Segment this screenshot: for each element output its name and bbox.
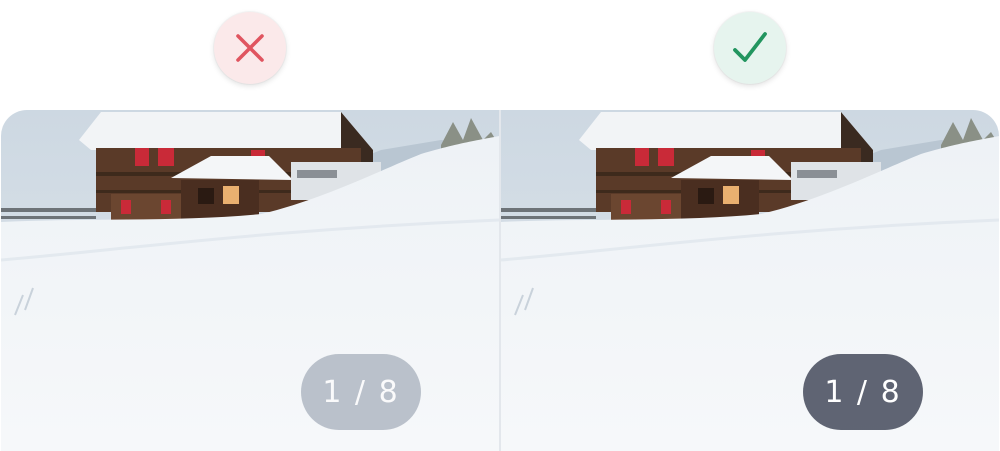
cross-icon: [236, 34, 264, 62]
photo-panel-good: [501, 110, 999, 451]
image-counter-low-contrast: 1 / 8: [301, 354, 421, 430]
photo-panel-bad: [1, 110, 499, 451]
image-counter-high-contrast: 1 / 8: [803, 354, 923, 430]
counter-text: 1 / 8: [322, 374, 400, 410]
snow-chalet-photo: [501, 110, 999, 451]
check-icon: [733, 32, 767, 62]
comparison-stage: 1 / 8 1 / 8: [0, 0, 1000, 451]
panel-divider: [499, 110, 501, 451]
snow-chalet-photo: [1, 110, 499, 451]
counter-text: 1 / 8: [824, 374, 902, 410]
correct-indicator: [714, 12, 786, 84]
incorrect-indicator: [214, 12, 286, 84]
